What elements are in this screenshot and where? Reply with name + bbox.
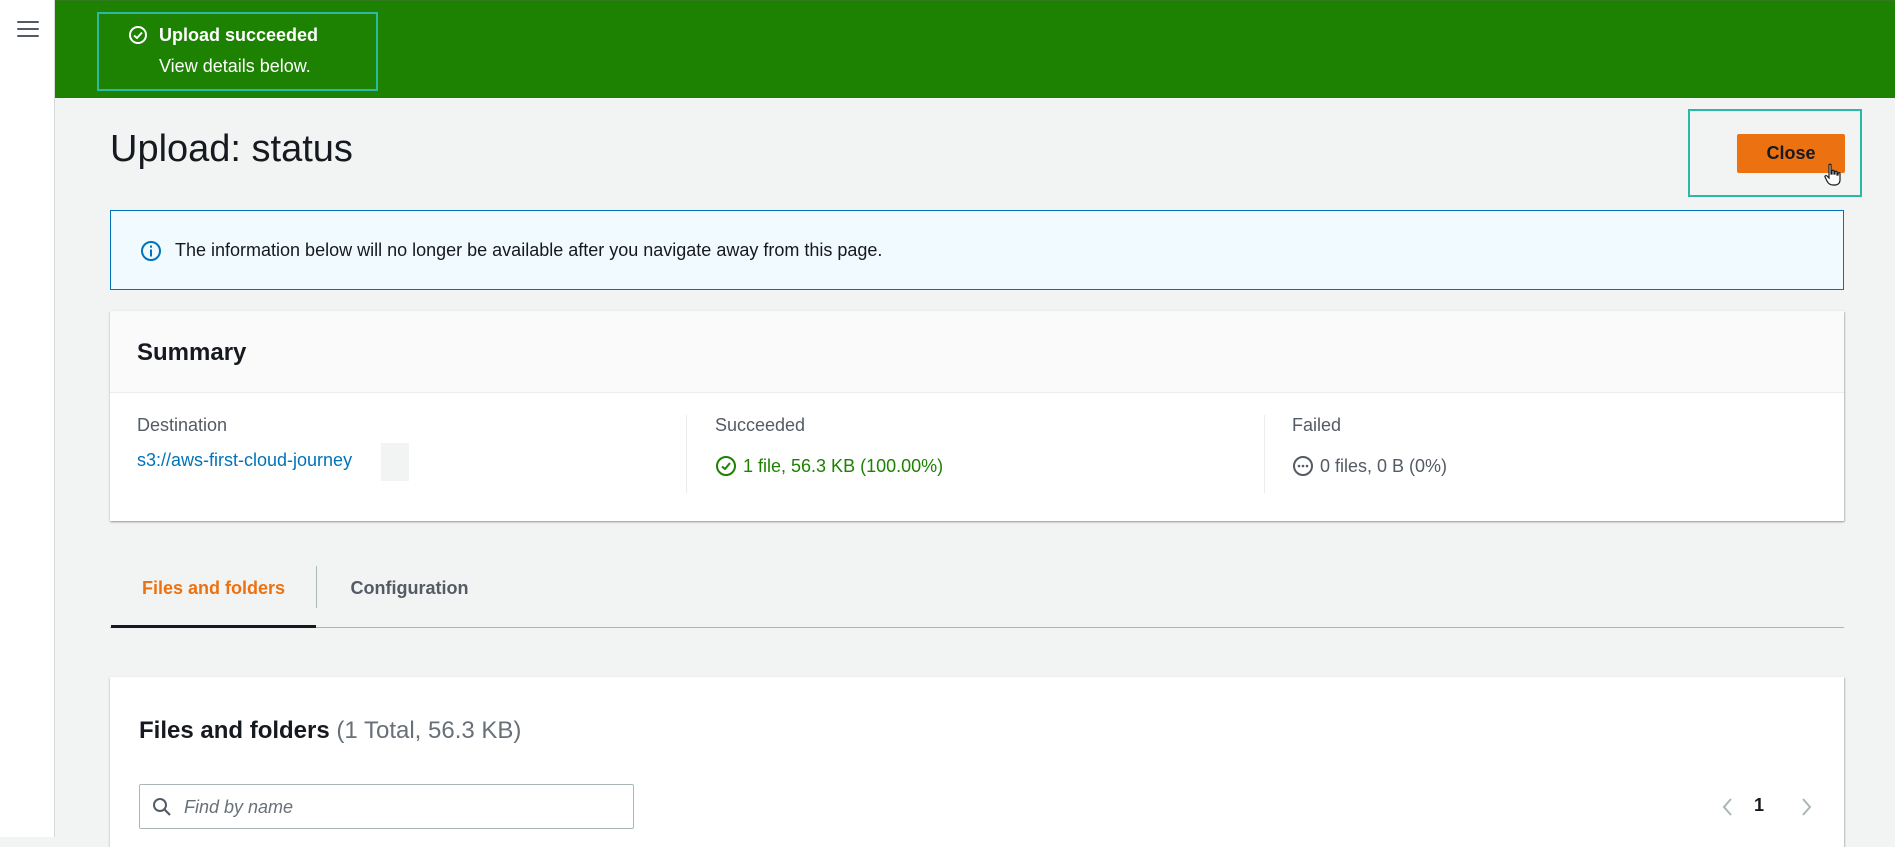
summary-header: Summary [110, 311, 1844, 393]
succeeded-value: 1 file, 56.3 KB (100.00%) [743, 455, 944, 476]
summary-title: Summary [137, 339, 247, 366]
files-count: (1 Total, 56.3 KB) [336, 717, 522, 744]
check-circle-icon [129, 26, 147, 44]
hand-cursor-icon [1824, 163, 1841, 186]
page-title: Upload: status [110, 128, 353, 170]
search-box [139, 784, 634, 829]
search-input[interactable] [182, 793, 622, 821]
flash-title: Upload succeeded [159, 25, 319, 45]
succeeded-status: 1 file, 56.3 KB (100.00%) [715, 455, 943, 477]
menu-icon[interactable] [17, 21, 39, 39]
side-navigation [0, 0, 55, 837]
copy-area [381, 443, 409, 481]
tab-configuration[interactable]: Configuration [317, 560, 502, 628]
info-alert: The information below will no longer be … [110, 210, 1844, 290]
chevron-right-icon[interactable] [1798, 795, 1814, 819]
succeeded-label: Succeeded [715, 415, 806, 435]
failed-label: Failed [1292, 415, 1342, 435]
info-text: The information below will no longer be … [175, 240, 883, 260]
failed-column: Failed 0 files, 0 B (0%) [1292, 415, 1792, 493]
destination-label: Destination [137, 415, 228, 435]
files-title: Files and folders [139, 717, 330, 744]
flash-subtitle: View details below. [159, 56, 311, 76]
succeeded-column: Succeeded 1 file, 56.3 KB (100.00%) [715, 415, 1265, 493]
tab-files-and-folders[interactable]: Files and folders [111, 560, 316, 628]
destination-column: Destination s3://aws-first-cloud-journey [137, 415, 687, 493]
chevron-left-icon[interactable] [1720, 795, 1736, 819]
files-heading: Files and folders (1 Total, 56.3 KB) [139, 717, 521, 745]
tab-list: Files and folders Configuration [110, 560, 1844, 628]
search-icon [153, 798, 171, 816]
success-check-icon [716, 456, 736, 476]
files-panel: Files and folders (1 Total, 56.3 KB) 1 [110, 677, 1844, 847]
flash-highlight-box [97, 12, 378, 91]
success-flash-banner: Upload succeeded View details below. [55, 0, 1895, 98]
page-number[interactable]: 1 [1754, 795, 1764, 816]
failed-status: 0 files, 0 B (0%) [1292, 455, 1447, 477]
failed-value: 0 files, 0 B (0%) [1320, 455, 1448, 476]
destination-link[interactable]: s3://aws-first-cloud-journey [137, 450, 352, 471]
pending-dots-icon [1293, 456, 1313, 476]
summary-container: Summary Destination s3://aws-first-cloud… [110, 311, 1844, 521]
info-icon [141, 241, 161, 261]
